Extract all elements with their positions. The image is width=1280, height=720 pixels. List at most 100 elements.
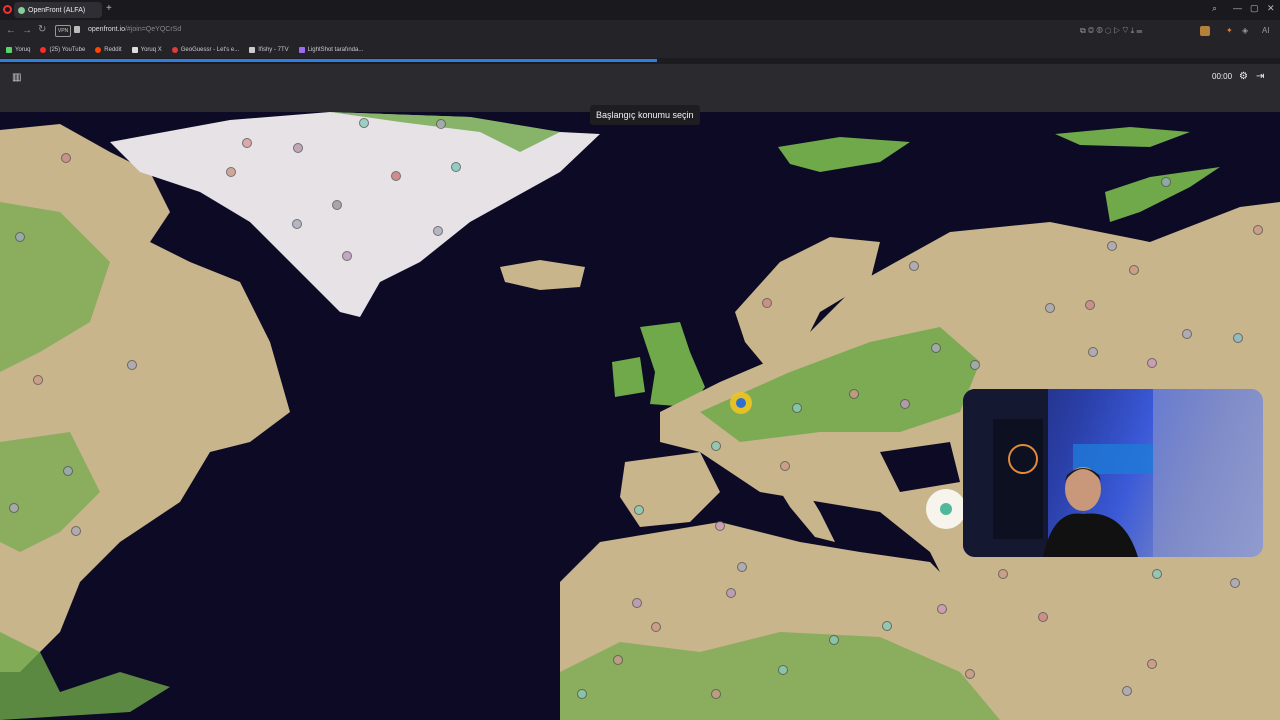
webcam-feed	[963, 389, 1263, 557]
ai-icon[interactable]: AI	[1262, 26, 1270, 35]
spawn-marker[interactable]	[1230, 578, 1240, 588]
search-tabs-icon[interactable]: ⌕	[1212, 3, 1217, 14]
back-button[interactable]: ←	[6, 25, 16, 36]
landmass-svalbard	[778, 137, 910, 172]
new-tab-button[interactable]: +	[106, 3, 112, 14]
lock-icon[interactable]	[74, 26, 80, 33]
exit-icon[interactable]: ⇥	[1256, 71, 1264, 82]
leaderboard-icon[interactable]: ▥	[12, 72, 21, 83]
extension-orange-icon[interactable]: ✦	[1226, 26, 1233, 35]
spawn-marker[interactable]	[1129, 265, 1139, 275]
spawn-marker[interactable]	[829, 635, 839, 645]
spawn-marker[interactable]	[711, 689, 721, 699]
maximize-button[interactable]: ▢	[1250, 3, 1259, 14]
bookmark-item[interactable]: Ifishy - 7TV	[249, 46, 289, 53]
spawn-marker[interactable]	[937, 604, 947, 614]
landmass-franz-josef	[1055, 127, 1190, 147]
youtube-icon	[40, 46, 47, 53]
forward-button[interactable]: →	[22, 25, 32, 36]
spawn-marker[interactable]	[242, 138, 252, 148]
spawn-marker[interactable]	[900, 399, 910, 409]
spawn-marker[interactable]	[293, 143, 303, 153]
opera-logo-icon[interactable]	[3, 5, 12, 14]
bookmark-label: Yoruq	[15, 46, 31, 53]
spawn-marker[interactable]	[1122, 686, 1132, 696]
landmass-britain	[640, 322, 705, 407]
selected-spawn-marker[interactable]	[736, 398, 746, 408]
spawn-marker[interactable]	[1152, 569, 1162, 579]
bookmark-label: Ifishy - 7TV	[258, 46, 289, 53]
spawn-marker[interactable]	[778, 665, 788, 675]
game-map[interactable]	[0, 112, 1280, 720]
spawn-marker[interactable]	[1161, 177, 1171, 187]
spawn-marker[interactable]	[61, 153, 71, 163]
spawn-marker[interactable]	[33, 375, 43, 385]
spawn-marker[interactable]	[1045, 303, 1055, 313]
landmass-iberia	[620, 452, 720, 527]
spawn-marker[interactable]	[792, 403, 802, 413]
spawn-marker[interactable]	[849, 389, 859, 399]
spawn-marker[interactable]	[342, 251, 352, 261]
bookmark-label: Reddit	[104, 46, 122, 53]
bookmark-item[interactable]: (25) YouTube	[40, 46, 85, 53]
spawn-marker[interactable]	[998, 569, 1008, 579]
spawn-marker[interactable]	[1085, 300, 1095, 310]
spawn-marker[interactable]	[9, 503, 19, 513]
spawn-marker[interactable]	[762, 298, 772, 308]
spawn-marker[interactable]	[1147, 358, 1157, 368]
spawn-marker[interactable]	[226, 167, 236, 177]
browser-tab[interactable]: OpenFront (ALFA)	[14, 2, 102, 18]
spawn-marker[interactable]	[726, 588, 736, 598]
spawn-marker[interactable]	[1182, 329, 1192, 339]
spawn-marker[interactable]	[780, 461, 790, 471]
spawn-marker[interactable]	[613, 655, 623, 665]
x-icon	[131, 46, 138, 53]
bookmark-item[interactable]: LightShot tarafında...	[298, 46, 363, 53]
spawn-marker[interactable]	[651, 622, 661, 632]
reload-button[interactable]: ↻	[38, 24, 46, 35]
spawn-marker[interactable]	[1147, 659, 1157, 669]
spawn-marker[interactable]	[1038, 612, 1048, 622]
spawn-marker[interactable]	[433, 226, 443, 236]
highlighted-spawn-marker[interactable]	[940, 503, 952, 515]
spawn-marker[interactable]	[909, 261, 919, 271]
spawn-marker[interactable]	[391, 171, 401, 181]
spawn-marker[interactable]	[127, 360, 137, 370]
spawn-marker[interactable]	[1107, 241, 1117, 251]
spawn-marker[interactable]	[737, 562, 747, 572]
spawn-marker[interactable]	[634, 505, 644, 515]
spawn-marker[interactable]	[632, 598, 642, 608]
extension-shield-icon[interactable]: ◈	[1242, 26, 1248, 35]
spawn-marker[interactable]	[15, 232, 25, 242]
spawn-marker[interactable]	[451, 162, 461, 172]
spawn-marker[interactable]	[577, 689, 587, 699]
spawn-marker[interactable]	[1253, 225, 1263, 235]
spawn-marker[interactable]	[292, 219, 302, 229]
extension-icons[interactable]: ⧉ ◎ ◍ ⬡ ▷ ♡ ⤓ ☰	[1080, 26, 1142, 36]
landmass-iceland	[500, 260, 585, 290]
bookmark-item[interactable]: Yoruq	[6, 46, 31, 53]
spawn-marker[interactable]	[711, 441, 721, 451]
bookmark-item[interactable]: Yoruq X	[131, 46, 162, 53]
spawn-marker[interactable]	[359, 118, 369, 128]
minimize-button[interactable]: —	[1233, 3, 1242, 13]
spawn-marker[interactable]	[71, 526, 81, 536]
spawn-marker[interactable]	[1233, 333, 1243, 343]
spawn-marker[interactable]	[332, 200, 342, 210]
spawn-marker[interactable]	[931, 343, 941, 353]
bookmark-item[interactable]: Reddit	[95, 46, 122, 53]
map-pin-icon	[171, 46, 178, 53]
profile-icon[interactable]	[1200, 26, 1210, 36]
spawn-marker[interactable]	[965, 669, 975, 679]
url-field[interactable]: openfront.io/#join=QeYQCrSd	[88, 26, 181, 33]
spawn-marker[interactable]	[436, 119, 446, 129]
spawn-marker[interactable]	[1088, 347, 1098, 357]
spawn-marker[interactable]	[882, 621, 892, 631]
spawn-marker[interactable]	[63, 466, 73, 476]
bookmark-item[interactable]: GeoGuessr - Let's e...	[171, 46, 239, 53]
spawn-marker[interactable]	[715, 521, 725, 531]
vpn-badge[interactable]: VPN	[55, 25, 71, 37]
close-button[interactable]: ✕	[1267, 3, 1275, 14]
settings-icon[interactable]: ⚙	[1239, 71, 1248, 82]
spawn-marker[interactable]	[970, 360, 980, 370]
